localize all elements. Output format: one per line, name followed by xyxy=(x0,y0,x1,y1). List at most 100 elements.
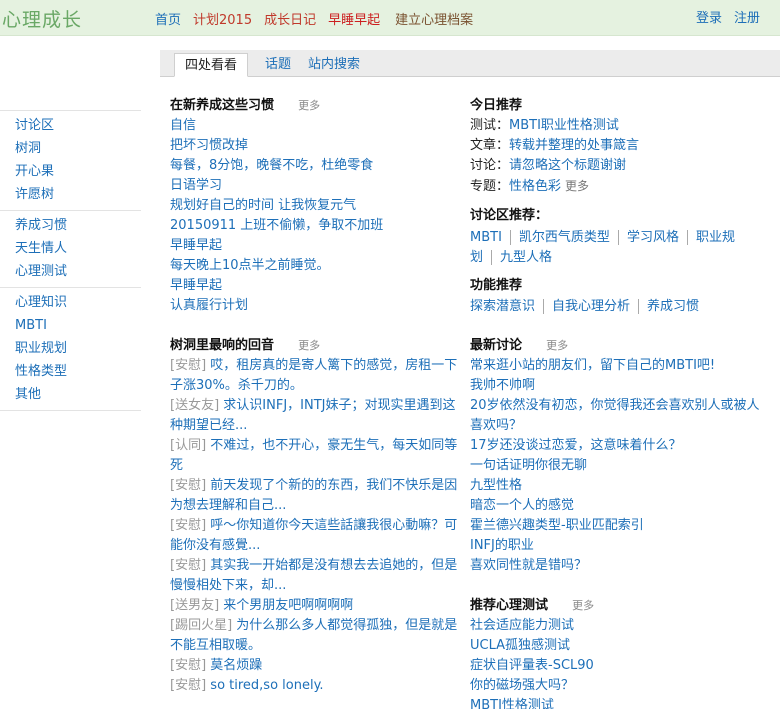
reply-item[interactable]: [安慰] 呼～你知道你今天這些話讓我很心動嘛？可能你没有感覺... xyxy=(170,516,460,556)
discussion-item[interactable]: 常来逛小站的朋友们，留下自己的MBTI吧! xyxy=(470,356,765,376)
discussion-item[interactable]: INFJ的职业 xyxy=(470,536,765,556)
sidebar-item-other[interactable]: 其他 xyxy=(15,385,141,408)
reply-item[interactable]: [安慰] 哎，租房真的是寄人篱下的感觉，房租一下子涨30%。杀千刀的。 xyxy=(170,356,460,396)
habit-item[interactable]: 把坏习惯改掉 xyxy=(170,136,460,156)
reply-text[interactable]: 莫名烦躁 xyxy=(210,658,262,673)
reply-tag: [送男友] xyxy=(170,598,220,613)
today-value[interactable]: 性格色彩 xyxy=(509,179,561,194)
habit-item[interactable]: 20150911 上班不偷懒，争取不加班 xyxy=(170,216,460,236)
discussion-item[interactable]: 霍兰德兴趣类型-职业匹配索引 xyxy=(470,516,765,536)
habit-item[interactable]: 自信 xyxy=(170,116,460,136)
discussion-item[interactable]: 我帅不帅啊 xyxy=(470,376,765,396)
reply-text[interactable]: so tired,so lonely. xyxy=(210,678,323,693)
nav-build-profile[interactable]: 建立心理档案 xyxy=(395,9,473,28)
test-item[interactable]: 社会适应能力测试 xyxy=(470,616,760,636)
reply-tag: [安慰] xyxy=(170,678,207,693)
features-title: 功能推荐 xyxy=(470,278,523,293)
habit-item[interactable]: 早睡早起 xyxy=(170,276,460,296)
reply-text[interactable]: 来个男朋友吧啊啊啊啊 xyxy=(223,598,353,613)
test-item[interactable]: MBTI性格测试 xyxy=(470,696,760,709)
reply-item[interactable]: [安慰] 其实我一开始都是没有想去去追她的，但是慢慢相处下来，却... xyxy=(170,556,460,596)
tests-more-link[interactable]: 更多 xyxy=(572,599,594,612)
habit-item[interactable]: 每天晚上10点半之前睡觉。 xyxy=(170,256,460,276)
reply-tag: [安慰] xyxy=(170,518,207,533)
reply-text[interactable]: 其实我一开始都是没有想去去追她的，但是慢慢相处下来，却... xyxy=(170,558,457,593)
sidebar-item-mbti[interactable]: MBTI xyxy=(15,316,141,339)
test-item[interactable]: 症状自评量表-SCL90 xyxy=(470,656,760,676)
forum-link-enneagram[interactable]: 九型人格 xyxy=(500,250,560,265)
topic-more-link[interactable]: 更多 xyxy=(565,179,589,193)
feature-habits[interactable]: 养成习惯 xyxy=(647,299,707,314)
habit-item[interactable]: 早睡早起 xyxy=(170,236,460,256)
reply-text[interactable]: 呼～你知道你今天這些話讓我很心動嘛？可能你没有感覺... xyxy=(170,518,457,553)
discussion-item[interactable]: 一句话证明你很无聊 xyxy=(470,456,765,476)
forum-link-mbti[interactable]: MBTI xyxy=(470,230,511,245)
today-row: 测试：MBTI职业性格测试 xyxy=(470,116,760,136)
today-title: 今日推荐 xyxy=(470,98,523,113)
replies-more-link[interactable]: 更多 xyxy=(298,339,320,352)
reply-item[interactable]: [踢回火星] 为什么那么多人都觉得孤独，但是就是不能互相取暖。 xyxy=(170,616,460,656)
sidebar-item-forum[interactable]: 讨论区 xyxy=(15,116,141,139)
site-logo[interactable]: 心理成长 xyxy=(2,5,82,32)
reply-item[interactable]: [安慰] so tired,so lonely. xyxy=(170,676,460,696)
discussion-item[interactable]: 九型性格 xyxy=(470,476,765,496)
register-link[interactable]: 注册 xyxy=(734,7,760,26)
login-link[interactable]: 登录 xyxy=(696,7,722,26)
reply-tag: [送女友] xyxy=(170,398,220,413)
feature-explore-subconscious[interactable]: 探索潜意识 xyxy=(470,299,545,314)
today-value[interactable]: 请忽略这个标题谢谢 xyxy=(509,158,626,173)
feature-self-analysis[interactable]: 自我心理分析 xyxy=(552,299,640,314)
nav-home[interactable]: 首页 xyxy=(155,9,181,28)
reply-item[interactable]: [送男友] 来个男朋友吧啊啊啊啊 xyxy=(170,596,460,616)
sidebar-item-born-lover[interactable]: 天生情人 xyxy=(15,239,141,262)
test-item[interactable]: 你的磁场强大吗？ xyxy=(470,676,760,696)
today-value[interactable]: MBTI职业性格测试 xyxy=(509,118,619,133)
today-value[interactable]: 转载并整理的处事箴言 xyxy=(509,138,639,153)
habit-item[interactable]: 认真履行计划 xyxy=(170,296,460,316)
today-section: 今日推荐 测试：MBTI职业性格测试 文章：转载并整理的处事箴言 讨论：请忽略这… xyxy=(470,96,760,197)
habit-item[interactable]: 规划好自己的时间 让我恢复元气 xyxy=(170,196,460,216)
reply-item[interactable]: [安慰] 前天发现了个新的的东西，我们不快乐是因为想去理解和自己... xyxy=(170,476,460,516)
discussion-item[interactable]: 喜欢同性就是错吗？ xyxy=(470,556,765,576)
reply-text[interactable]: 哎，租房真的是寄人篱下的感觉，房租一下子涨30%。杀千刀的。 xyxy=(170,358,457,393)
sidebar-group-tools: 养成习惯 天生情人 心理测试 xyxy=(0,210,141,287)
reply-tag: [踢回火星] xyxy=(170,618,233,633)
reply-tag: [认同] xyxy=(170,438,207,453)
nav-plan-2015[interactable]: 计划2015 xyxy=(193,9,252,28)
reply-tag: [安慰] xyxy=(170,358,207,373)
discussion-item[interactable]: 暗恋一个人的感觉 xyxy=(470,496,765,516)
tab-browse[interactable]: 四处看看 xyxy=(174,53,249,77)
sidebar-item-career[interactable]: 职业规划 xyxy=(15,339,141,362)
forum-section: 讨论区推荐： MBTI 凯尔西气质类型 学习风格 职业规划 九型人格 xyxy=(470,206,755,268)
nav-growth-diary[interactable]: 成长日记 xyxy=(264,9,316,28)
sidebar-item-psych-test[interactable]: 心理测试 xyxy=(15,262,141,285)
sidebar-item-habits[interactable]: 养成习惯 xyxy=(15,216,141,239)
tab-topics[interactable]: 话题 xyxy=(265,53,291,77)
reply-tag: [安慰] xyxy=(170,658,207,673)
nav-early-sleep[interactable]: 早睡早起 xyxy=(328,9,380,28)
reply-item[interactable]: [送女友] 求认识INFJ，INTJ妹子；对现实里遇到这种期望已经... xyxy=(170,396,460,436)
today-row: 讨论：请忽略这个标题谢谢 xyxy=(470,156,760,176)
discussion-item[interactable]: 17岁还没谈过恋爱，这意味着什么？ xyxy=(470,436,765,456)
reply-text[interactable]: 前天发现了个新的的东西，我们不快乐是因为想去理解和自己... xyxy=(170,478,457,513)
discussions-more-link[interactable]: 更多 xyxy=(546,339,568,352)
reply-item[interactable]: [安慰] 莫名烦躁 xyxy=(170,656,460,676)
sidebar-item-happy-fruit[interactable]: 开心果 xyxy=(15,162,141,185)
sidebar-item-wish-tree[interactable]: 许愿树 xyxy=(15,185,141,208)
tab-site-search[interactable]: 站内搜索 xyxy=(308,53,360,77)
habit-item[interactable]: 日语学习 xyxy=(170,176,460,196)
discussion-item[interactable]: 20岁依然没有初恋，你觉得我还会喜欢别人或被人喜欢吗？ xyxy=(470,396,765,436)
reply-text[interactable]: 不难过，也不开心，豪无生气，每天如同等死 xyxy=(170,438,457,473)
sidebar-item-personality[interactable]: 性格类型 xyxy=(15,362,141,385)
habits-section: 在新养成这些习惯 更多 自信 把坏习惯改掉 每餐，8分饱，晚餐不吃，杜绝零食 日… xyxy=(170,96,460,316)
sidebar-item-psych-knowledge[interactable]: 心理知识 xyxy=(15,293,141,316)
habits-more-link[interactable]: 更多 xyxy=(298,99,320,112)
habit-item[interactable]: 每餐，8分饱，晚餐不吃，杜绝零食 xyxy=(170,156,460,176)
today-label: 讨论： xyxy=(470,158,510,173)
sidebar-item-tree-hole[interactable]: 树洞 xyxy=(15,139,141,162)
today-row: 专题：性格色彩 更多 xyxy=(470,176,760,197)
forum-link-keirsey[interactable]: 凯尔西气质类型 xyxy=(518,230,619,245)
forum-link-learning-style[interactable]: 学习风格 xyxy=(626,230,688,245)
test-item[interactable]: UCLA孤独感测试 xyxy=(470,636,760,656)
reply-item[interactable]: [认同] 不难过，也不开心，豪无生气，每天如同等死 xyxy=(170,436,460,476)
